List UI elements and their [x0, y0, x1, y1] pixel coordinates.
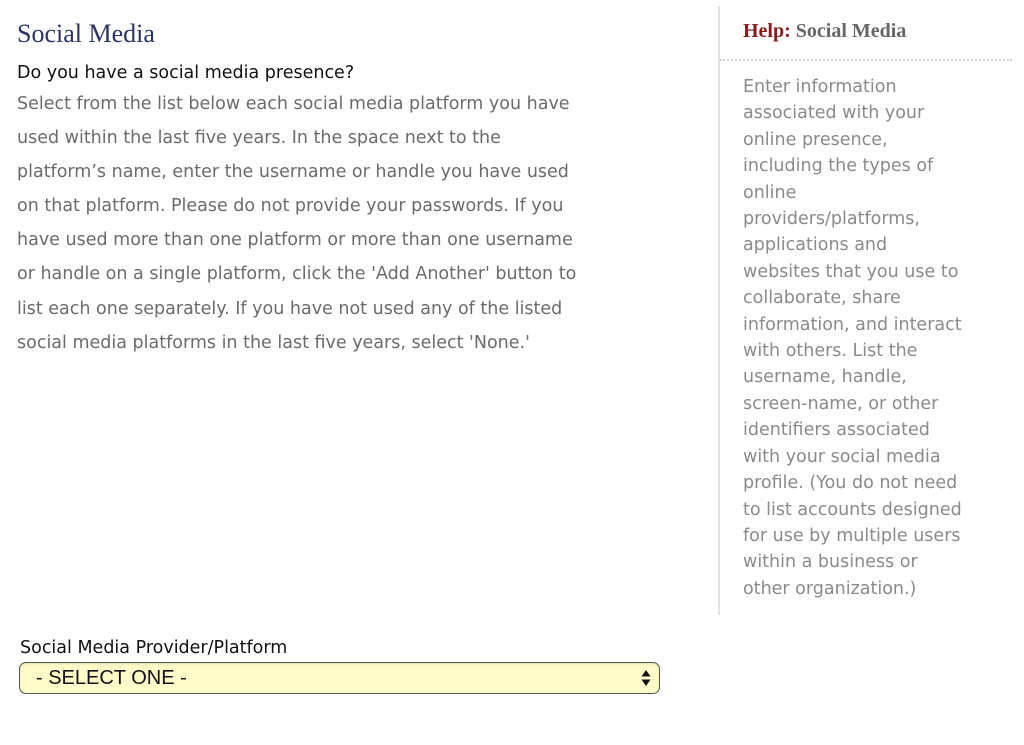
- help-text-line: including the types of: [743, 156, 934, 177]
- help-text-line: with your social media: [743, 446, 941, 467]
- section-title: Social Media: [17, 19, 155, 48]
- help-text-line: other organization.): [743, 578, 917, 599]
- help-text-line: screen-name, or other: [743, 393, 939, 414]
- help-topic: Social Media: [795, 20, 907, 42]
- help-text-line: associated with your: [743, 103, 925, 124]
- platform-select[interactable]: - SELECT ONE -: [19, 662, 660, 694]
- platform-select-label: Social Media Provider/Platform: [20, 638, 288, 658]
- help-text-line: providers/platforms,: [743, 209, 920, 230]
- help-text-line: online: [743, 182, 797, 203]
- instructions-line: platform’s name, enter the username or h…: [17, 162, 569, 183]
- help-text-line: Enter information: [743, 77, 897, 97]
- instructions-line: Select from the list below each social m…: [17, 94, 570, 114]
- help-text-line: applications and: [743, 235, 888, 256]
- help-text-line: collaborate, share: [743, 288, 901, 309]
- instructions-line: on that platform. Please do not provide …: [17, 196, 564, 217]
- help-text: Enter information associated with your o…: [743, 74, 1018, 602]
- instructions-text: Select from the list below each social m…: [17, 87, 707, 360]
- help-text-line: for use by multiple users: [743, 525, 961, 546]
- instructions-line: used within the last five years. In the …: [17, 128, 501, 149]
- help-text-line: to list accounts designed: [743, 499, 962, 520]
- help-text-line: identifiers associated: [743, 420, 930, 441]
- instructions-line: or handle on a single platform, click th…: [17, 264, 577, 285]
- select-updown-arrows-icon: [641, 670, 651, 686]
- help-text-line: websites that you use to: [743, 261, 959, 282]
- help-text-line: username, handle,: [743, 367, 907, 388]
- help-panel-divider: [718, 6, 720, 615]
- help-title: Help: Social Media: [743, 20, 906, 43]
- instructions-line: social media platforms in the last five …: [17, 332, 530, 353]
- help-text-line: with others. List the: [743, 341, 918, 362]
- help-title-separator: [720, 59, 1012, 61]
- help-label: Help:: [743, 20, 791, 42]
- help-text-line: information, and interact: [743, 314, 962, 335]
- help-text-line: profile. (You do not need: [743, 473, 958, 494]
- instructions-line: list each one separately. If you have no…: [17, 298, 563, 319]
- instructions-line: have used more than one platform or more…: [17, 230, 573, 251]
- help-text-line: online presence,: [743, 129, 888, 150]
- question-text: Do you have a social media presence?: [17, 63, 355, 83]
- platform-select-value: - SELECT ONE -: [36, 667, 187, 689]
- help-text-line: within a business or: [743, 552, 918, 573]
